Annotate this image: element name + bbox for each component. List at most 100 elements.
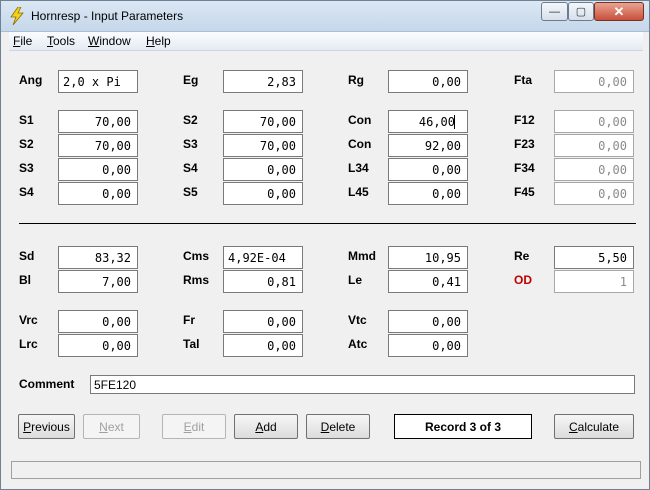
window-title: Hornresp - Input Parameters — [31, 9, 184, 23]
menu-help[interactable]: Help — [146, 34, 171, 48]
fr-field[interactable]: 0,00 — [223, 310, 303, 333]
edit-key: E — [183, 419, 192, 434]
minimize-button[interactable]: — — [541, 2, 568, 21]
s5-field[interactable]: 0,00 — [223, 182, 303, 205]
re-label: Re — [514, 249, 530, 263]
vtc-label: Vtc — [348, 313, 367, 327]
delete-button[interactable]: Delete — [306, 414, 370, 439]
menu-window-key: W — [88, 34, 100, 48]
s3-top-label: S3 — [183, 137, 198, 151]
le-field[interactable]: 0,41 — [388, 270, 468, 293]
mmd-field[interactable]: 10,95 — [388, 246, 468, 269]
title-bar[interactable]: Hornresp - Input Parameters — ▢ ✕ — [1, 1, 649, 32]
con-1-field[interactable]: 46,00 — [388, 110, 468, 133]
previous-key: P — [23, 419, 32, 434]
hornresp-window: Hornresp - Input Parameters — ▢ ✕ File T… — [0, 0, 650, 490]
menu-window[interactable]: Window — [88, 34, 131, 48]
cms-label: Cms — [183, 249, 210, 263]
menu-help-key: H — [146, 34, 155, 48]
f23-field: 0,00 — [554, 134, 634, 157]
calculate-rest: alculate — [577, 419, 620, 434]
next-rest: ext — [107, 419, 124, 434]
comment-field[interactable]: 5FE120 — [90, 375, 635, 394]
lightning-bolt-icon — [10, 7, 24, 25]
bl-field[interactable]: 7,00 — [58, 270, 138, 293]
con-2-label: Con — [348, 137, 372, 151]
l45-field[interactable]: 0,00 — [388, 182, 468, 205]
s2-bottom-field[interactable]: 70,00 — [58, 134, 138, 157]
cms-field[interactable]: 4,92E-04 — [223, 246, 303, 269]
f45-label: F45 — [514, 185, 535, 199]
maximize-icon: ▢ — [575, 6, 587, 18]
menu-tools[interactable]: Tools — [47, 34, 75, 48]
rms-field[interactable]: 0,81 — [223, 270, 303, 293]
menu-help-rest: elp — [154, 34, 171, 48]
minimize-icon: — — [549, 5, 560, 18]
status-bar — [11, 461, 641, 479]
menu-file[interactable]: File — [13, 34, 32, 48]
le-label: Le — [348, 273, 363, 287]
s1-label: S1 — [19, 113, 34, 127]
s5-label: S5 — [183, 185, 198, 199]
od-field: 1 — [554, 270, 634, 293]
close-button[interactable]: ✕ — [594, 2, 644, 21]
l45-label: L45 — [348, 185, 369, 199]
f45-field: 0,00 — [554, 182, 634, 205]
atc-label: Atc — [348, 337, 368, 351]
comment-label: Comment — [19, 377, 75, 391]
s4-top-field[interactable]: 0,00 — [223, 158, 303, 181]
s2-top-label: S2 — [183, 113, 198, 127]
tal-field[interactable]: 0,00 — [223, 334, 303, 357]
od-label: OD — [514, 273, 532, 287]
s3-top-field[interactable]: 70,00 — [223, 134, 303, 157]
sd-label: Sd — [19, 249, 35, 263]
f34-label: F34 — [514, 161, 535, 175]
bl-label: Bl — [19, 273, 31, 287]
fta-field: 0,00 — [554, 70, 634, 93]
record-indicator: Record 3 of 3 — [394, 414, 532, 439]
delete-rest: elete — [329, 419, 356, 434]
edit-button: Edit — [162, 414, 226, 439]
s4-top-label: S4 — [183, 161, 198, 175]
s2-top-field[interactable]: 70,00 — [223, 110, 303, 133]
maximize-button[interactable]: ▢ — [568, 2, 594, 21]
section-divider — [19, 223, 636, 224]
menu-file-rest: ile — [20, 34, 33, 48]
calculate-button[interactable]: Calculate — [554, 414, 634, 439]
f23-label: F23 — [514, 137, 535, 151]
previous-button[interactable]: Previous — [18, 414, 75, 439]
input-parameters-panel: Ang 2,0 x Pi Eg 2,83 Rg 0,00 Fta 0,00 S1… — [9, 51, 643, 481]
vtc-field[interactable]: 0,00 — [388, 310, 468, 333]
tal-label: Tal — [183, 337, 200, 351]
re-field[interactable]: 5,50 — [554, 246, 634, 269]
s4-bottom-field[interactable]: 0,00 — [58, 182, 138, 205]
mmd-label: Mmd — [348, 249, 376, 263]
menu-tools-rest: ools — [53, 34, 76, 48]
sd-field[interactable]: 83,32 — [58, 246, 138, 269]
l34-field[interactable]: 0,00 — [388, 158, 468, 181]
lrc-field[interactable]: 0,00 — [58, 334, 138, 357]
vrc-label: Vrc — [19, 313, 38, 327]
rms-label: Rms — [183, 273, 210, 287]
f34-field: 0,00 — [554, 158, 634, 181]
con-1-label: Con — [348, 113, 372, 127]
eg-label: Eg — [183, 73, 199, 87]
s3-bottom-field[interactable]: 0,00 — [58, 158, 138, 181]
add-rest: dd — [263, 419, 277, 434]
vrc-field[interactable]: 0,00 — [58, 310, 138, 333]
atc-field[interactable]: 0,00 — [388, 334, 468, 357]
f12-field: 0,00 — [554, 110, 634, 133]
s4-bottom-label: S4 — [19, 185, 34, 199]
add-button[interactable]: Add — [234, 414, 298, 439]
close-icon: ✕ — [613, 3, 625, 19]
ang-field[interactable]: 2,0 x Pi — [58, 70, 138, 93]
lrc-label: Lrc — [19, 337, 38, 351]
s1-field[interactable]: 70,00 — [58, 110, 138, 133]
eg-field[interactable]: 2,83 — [223, 70, 303, 93]
calculate-key: C — [568, 419, 578, 434]
menu-bar: File Tools Window Help — [9, 32, 643, 51]
rg-field[interactable]: 0,00 — [388, 70, 468, 93]
con-2-field[interactable]: 92,00 — [388, 134, 468, 157]
add-key: A — [255, 419, 264, 434]
s2-bottom-label: S2 — [19, 137, 34, 151]
